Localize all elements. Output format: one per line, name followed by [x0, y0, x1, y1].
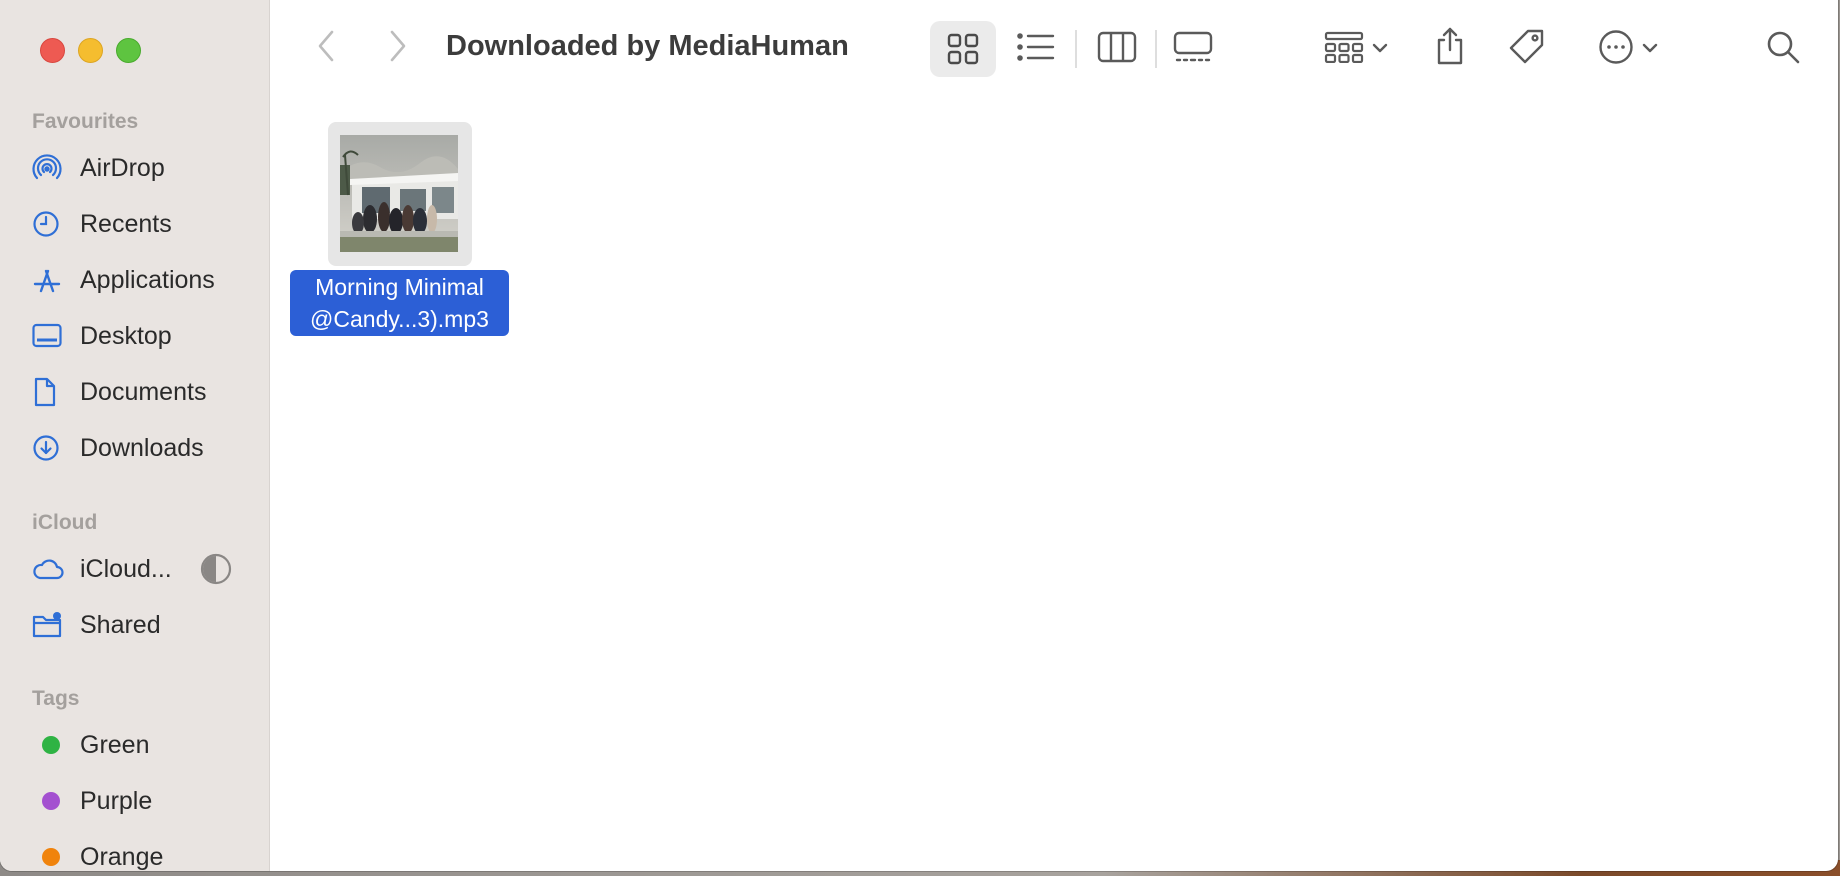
zoom-button[interactable]: [116, 38, 141, 63]
tags-section-title: Tags: [32, 687, 80, 710]
file-name-line-1: Morning Minimal: [315, 274, 484, 300]
tag-button[interactable]: [1506, 28, 1548, 70]
finder-window: Favourites AirDrop Recents Applications …: [0, 0, 1838, 871]
tag-dot: [42, 848, 60, 866]
tag-color-dot-icon: [32, 785, 72, 817]
cloud-icon: [32, 553, 72, 585]
sidebar-tag-purple[interactable]: Purple: [32, 779, 252, 823]
close-button[interactable]: [40, 38, 65, 63]
airdrop-icon: [32, 152, 72, 184]
gallery-view-button[interactable]: [1172, 30, 1214, 68]
tag-color-dot-icon: [32, 729, 72, 761]
group-by-button[interactable]: [1318, 30, 1394, 68]
tag-color-dot-icon: [32, 841, 72, 871]
columns-icon: [1097, 31, 1137, 68]
window-controls: [40, 38, 141, 63]
tag-icon: [1508, 28, 1546, 71]
group-grid-icon: [1324, 31, 1364, 68]
sidebar-tag-orange[interactable]: Orange: [32, 835, 252, 871]
share-icon: [1434, 26, 1466, 71]
sidebar-item-label: Recents: [80, 209, 172, 238]
desktop-icon: [32, 320, 72, 352]
toolbar-divider: [1075, 30, 1077, 68]
sidebar-item-shared[interactable]: Shared: [32, 603, 252, 647]
sidebar-tag-green[interactable]: Green: [32, 723, 252, 767]
sidebar-item-label: Documents: [80, 377, 207, 406]
toolbar-divider: [1155, 30, 1157, 68]
list-view-button[interactable]: [1016, 30, 1056, 68]
column-view-button[interactable]: [1096, 30, 1138, 68]
search-icon: [1766, 30, 1800, 69]
tag-dot: [42, 736, 60, 754]
sidebar-item-airdrop[interactable]: AirDrop: [32, 146, 252, 190]
chevron-left-icon: [316, 29, 336, 68]
gallery-icon: [1173, 31, 1213, 68]
chevron-down-icon: [1642, 40, 1658, 58]
sidebar-item-label: Purple: [80, 786, 153, 815]
sidebar-item-label: Green: [80, 730, 150, 759]
sidebar-item-label: Applications: [80, 265, 215, 294]
icloud-section-title: iCloud: [32, 511, 98, 534]
more-actions-button[interactable]: [1592, 29, 1664, 70]
window-title: Downloaded by MediaHuman: [446, 30, 849, 62]
clock-icon: [32, 208, 72, 240]
sidebar-item-label: Shared: [80, 610, 161, 639]
sidebar-item-recents[interactable]: Recents: [32, 202, 252, 246]
share-button[interactable]: [1430, 26, 1470, 70]
shared-folder-icon: [32, 609, 72, 641]
sidebar-item-applications[interactable]: Applications: [32, 258, 252, 302]
icloud-storage-progress-icon: [200, 553, 232, 590]
forward-button[interactable]: [380, 28, 416, 68]
sidebar-item-label: Downloads: [80, 433, 204, 462]
sidebar-item-label: Orange: [80, 842, 164, 871]
download-icon: [32, 432, 72, 464]
chevron-right-icon: [388, 29, 408, 68]
document-icon: [32, 376, 72, 408]
chevron-down-icon: [1372, 40, 1388, 58]
search-button[interactable]: [1764, 30, 1802, 68]
minimize-button[interactable]: [78, 38, 103, 63]
file-name-line-2: @Candy...3).mp3: [310, 306, 489, 332]
sidebar: Favourites AirDrop Recents Applications …: [0, 0, 270, 871]
sidebar-item-label: iCloud...: [80, 554, 172, 583]
tag-dot: [42, 792, 60, 810]
album-art-thumbnail: [340, 135, 458, 252]
back-button[interactable]: [308, 28, 344, 68]
sidebar-item-label: AirDrop: [80, 153, 165, 182]
list-icon: [1017, 32, 1055, 67]
sidebar-item-documents[interactable]: Documents: [32, 370, 252, 414]
sidebar-item-label: Desktop: [80, 321, 172, 350]
applications-icon: [32, 264, 72, 296]
file-name-label[interactable]: Morning Minimal @Candy...3).mp3: [290, 270, 509, 336]
sidebar-item-downloads[interactable]: Downloads: [32, 426, 252, 470]
sidebar-item-desktop[interactable]: Desktop: [32, 314, 252, 358]
ellipsis-circle-icon: [1598, 29, 1634, 70]
favourites-section-title: Favourites: [32, 110, 139, 133]
icon-view-grid-icon: [946, 31, 980, 67]
